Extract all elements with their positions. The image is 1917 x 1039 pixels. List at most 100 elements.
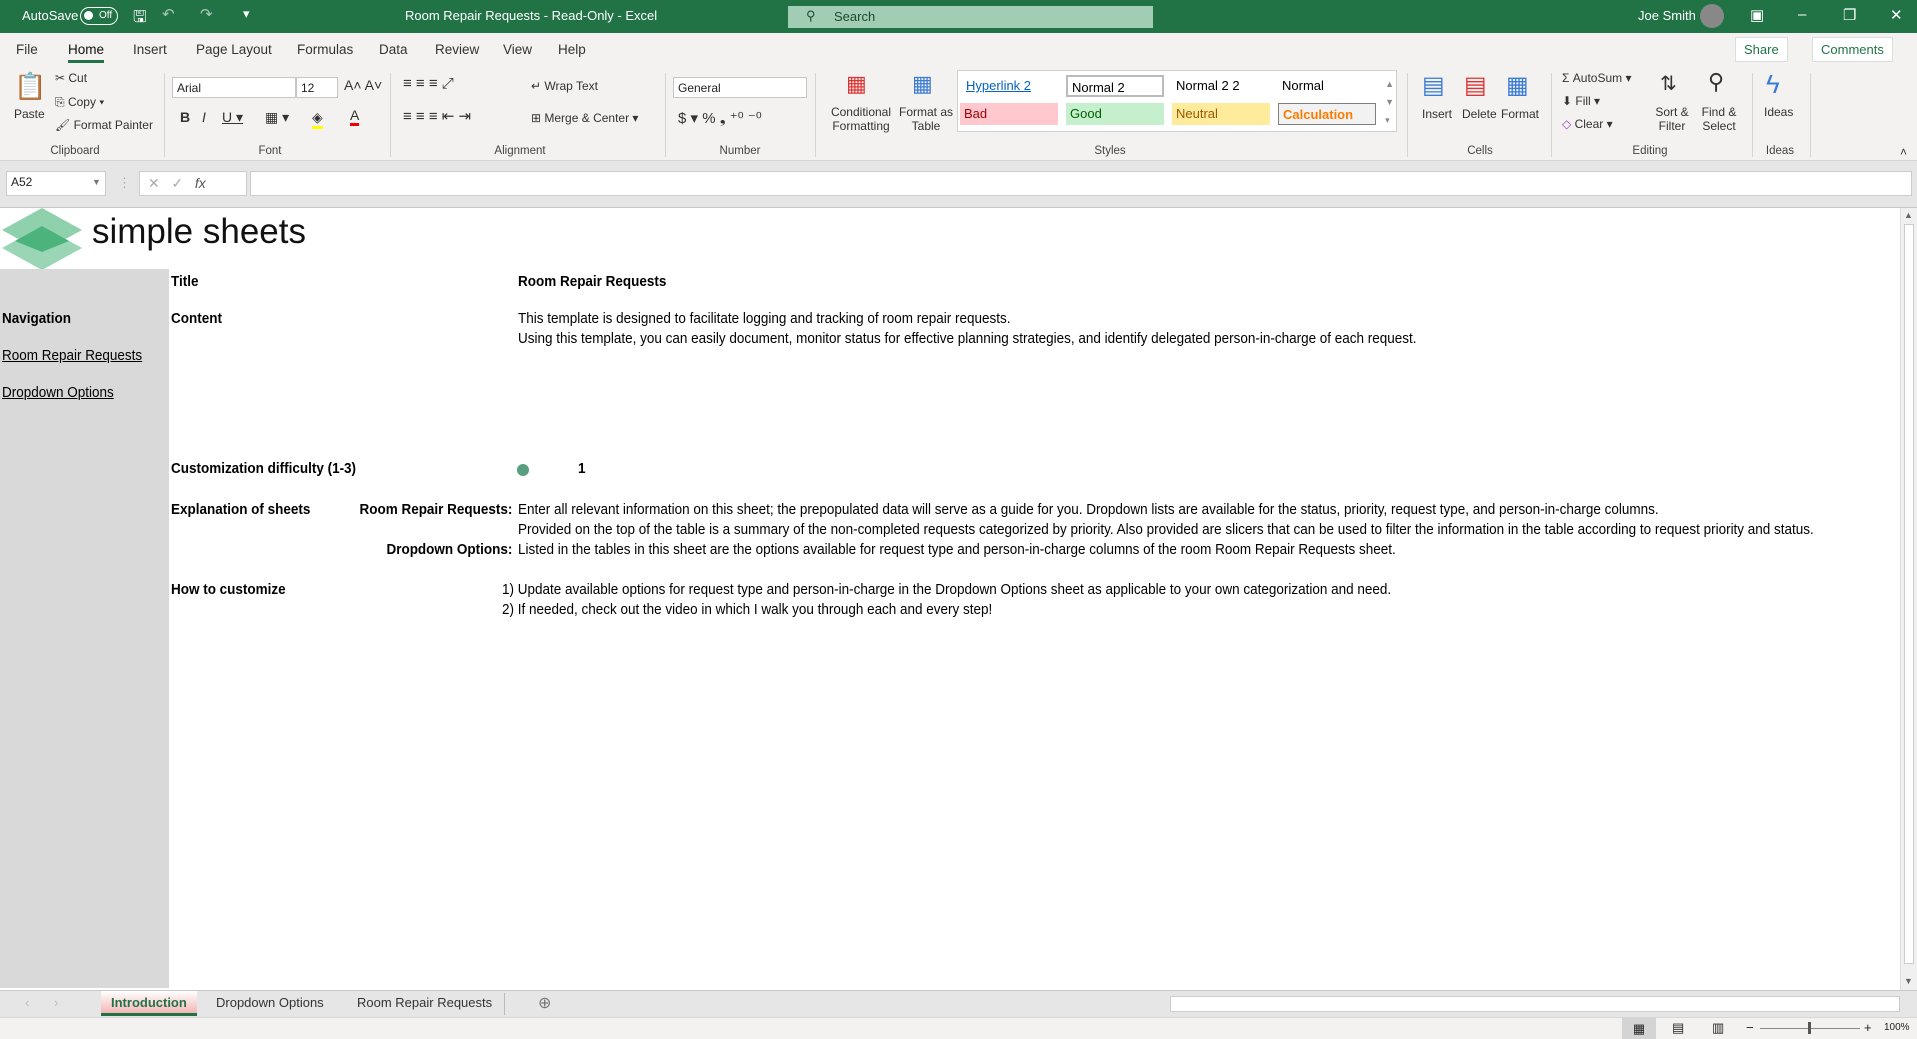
style-good[interactable]: Good (1066, 103, 1164, 125)
format-cells-icon[interactable]: ▦ (1506, 71, 1529, 100)
horizontal-scrollbar[interactable] (1170, 996, 1900, 1012)
format-cells-button[interactable]: Format (1501, 107, 1539, 121)
restore-icon[interactable]: ❐ (1843, 6, 1856, 24)
insert-cells-icon[interactable]: ▤ (1422, 71, 1445, 100)
page-layout-view-icon[interactable]: ▤ (1672, 1020, 1684, 1036)
search-box[interactable]: ⚲ Search (788, 6, 1153, 28)
scroll-up-icon[interactable]: ▲ (1904, 210, 1913, 220)
nav-link-room-repair-requests[interactable]: Room Repair Requests (2, 348, 142, 364)
tab-view[interactable]: View (503, 42, 532, 57)
increase-font-icon[interactable]: A˄ A˅ (344, 77, 382, 93)
sheet-tab-introduction[interactable]: Introduction (101, 991, 197, 1016)
tab-formulas[interactable]: Formulas (297, 42, 353, 57)
next-sheet-icon[interactable]: › (54, 995, 58, 1010)
insert-cells-button[interactable]: Insert (1422, 107, 1452, 121)
enter-icon[interactable]: ✓ (171, 175, 183, 191)
minimize-icon[interactable]: – (1798, 6, 1806, 23)
delete-cells-button[interactable]: Delete (1462, 107, 1497, 121)
zoom-in-icon[interactable]: + (1864, 1020, 1872, 1035)
clear-button[interactable]: ◇ Clear ▾ (1562, 117, 1613, 131)
style-normal-2-2[interactable]: Normal 2 2 (1172, 75, 1270, 97)
merge-center-button[interactable]: ⊞ Merge & Center ▾ (531, 111, 638, 125)
tab-help[interactable]: Help (558, 42, 586, 57)
scroll-down-icon[interactable]: ▼ (1904, 976, 1913, 986)
zoom-slider-thumb[interactable] (1808, 1022, 1811, 1034)
redo-icon[interactable]: ↷ (200, 5, 213, 23)
avatar[interactable] (1700, 4, 1724, 28)
name-box[interactable]: A52 (6, 171, 106, 196)
prev-sheet-icon[interactable]: ‹ (25, 995, 29, 1010)
collapse-ribbon-icon[interactable]: ˄ (1900, 145, 1907, 159)
cancel-icon[interactable]: ✕ (148, 175, 160, 191)
share-button[interactable]: Share (1735, 37, 1788, 62)
copy-button[interactable]: ⎘ Copy ▾ (55, 95, 104, 110)
bold-icon[interactable]: B (180, 109, 190, 125)
styles-scroll-icons[interactable]: ▲ ▼ ▾ (1385, 75, 1394, 129)
conditional-formatting-button[interactable]: Conditional Formatting (826, 105, 896, 133)
font-color-icon[interactable]: A (350, 107, 360, 126)
font-size-select[interactable]: 12 (296, 77, 338, 98)
style-bad[interactable]: Bad (960, 103, 1058, 125)
tab-insert[interactable]: Insert (133, 42, 167, 57)
number-format-select[interactable]: General (673, 77, 807, 98)
page-break-view-icon[interactable]: ▥ (1712, 1020, 1724, 1036)
horizontal-align-icons[interactable]: ≡ ≡ ≡ ⇤ ⇥ (403, 107, 471, 125)
sort-filter-icon[interactable]: ⇅ (1660, 71, 1677, 96)
save-icon[interactable]: 🖫 (133, 6, 147, 33)
conditional-formatting-icon[interactable]: ▦ (846, 71, 867, 97)
tab-data[interactable]: Data (379, 42, 408, 57)
paste-icon[interactable]: 📋 (14, 71, 46, 102)
scroll-thumb[interactable] (1904, 224, 1914, 964)
format-painter-button[interactable]: 🖌 Format Painter (55, 118, 153, 132)
wrap-text-button[interactable]: ↵ Wrap Text (531, 79, 598, 93)
italic-icon[interactable]: I (202, 109, 206, 125)
find-select-button[interactable]: Find & Select (1697, 105, 1741, 133)
tab-home[interactable]: Home (68, 42, 105, 63)
find-select-icon[interactable]: ⚲ (1708, 69, 1724, 95)
fill-label: Fill (1575, 94, 1591, 108)
function-icon[interactable]: fx (195, 175, 206, 191)
close-icon[interactable]: ✕ (1890, 6, 1903, 24)
fill-color-icon[interactable]: ◈ (312, 109, 323, 129)
paste-button[interactable]: Paste (14, 107, 45, 121)
tab-page-layout[interactable]: Page Layout (196, 42, 272, 57)
sheet-tab-dropdown-options[interactable]: Dropdown Options (216, 995, 324, 1010)
borders-icon[interactable]: ▦ ▾ (265, 109, 289, 126)
autosum-button[interactable]: Σ AutoSum ▾ (1562, 71, 1631, 85)
sheet-tab-room-repair-requests[interactable]: Room Repair Requests (357, 995, 492, 1010)
vertical-scrollbar[interactable]: ▲ ▼ (1900, 208, 1917, 990)
comments-button[interactable]: Comments (1812, 37, 1893, 62)
ideas-icon[interactable]: ϟ (1766, 69, 1780, 100)
ribbon-display-icon[interactable]: ▣ (1750, 6, 1764, 24)
cut-button[interactable]: ✂ Cut (55, 71, 87, 85)
underline-icon[interactable]: U ▾ (222, 109, 243, 126)
fill-button[interactable]: ⬇ Fill ▾ (1562, 94, 1600, 108)
font-name-select[interactable]: Arial (172, 77, 296, 98)
style-normal[interactable]: Normal (1278, 75, 1376, 97)
style-hyperlink-2[interactable]: Hyperlink 2 (962, 75, 1060, 97)
format-table-icon[interactable]: ▦ (912, 71, 933, 97)
delete-cells-icon[interactable]: ▤ (1464, 71, 1487, 100)
number-format-icons[interactable]: $ ▾ % ❟ ⁺⁰ ⁻⁰ (678, 109, 762, 127)
name-box-dropdown-icon[interactable]: ▼ (92, 177, 101, 187)
autosave-toggle[interactable]: Off (80, 7, 118, 25)
add-sheet-icon[interactable]: ⊕ (538, 993, 551, 1013)
undo-icon[interactable]: ↶ (162, 5, 175, 23)
tab-file[interactable]: File (16, 42, 38, 57)
formula-input[interactable] (250, 171, 1912, 196)
explanation-line: Listed in the tables in this sheet are t… (518, 542, 1396, 558)
tab-review[interactable]: Review (435, 42, 479, 57)
style-normal-2[interactable]: Normal 2 (1066, 75, 1164, 97)
style-neutral[interactable]: Neutral (1172, 103, 1270, 125)
zoom-out-icon[interactable]: − (1746, 1020, 1754, 1035)
normal-view-icon[interactable]: ▦ (1622, 1018, 1656, 1039)
format-as-table-button[interactable]: Format as Table (898, 105, 954, 133)
customize-qat-icon[interactable]: ▾ (243, 6, 250, 22)
nav-link-dropdown-options[interactable]: Dropdown Options (2, 385, 114, 401)
zoom-level[interactable]: 100% (1884, 1022, 1910, 1033)
vertical-align-icons[interactable]: ≡ ≡ ≡ ⤢ (403, 75, 454, 92)
ideas-button[interactable]: Ideas (1764, 105, 1793, 119)
sort-filter-button[interactable]: Sort & Filter (1650, 105, 1694, 133)
user-name[interactable]: Joe Smith (1638, 8, 1696, 23)
style-calculation[interactable]: Calculation (1278, 103, 1376, 125)
